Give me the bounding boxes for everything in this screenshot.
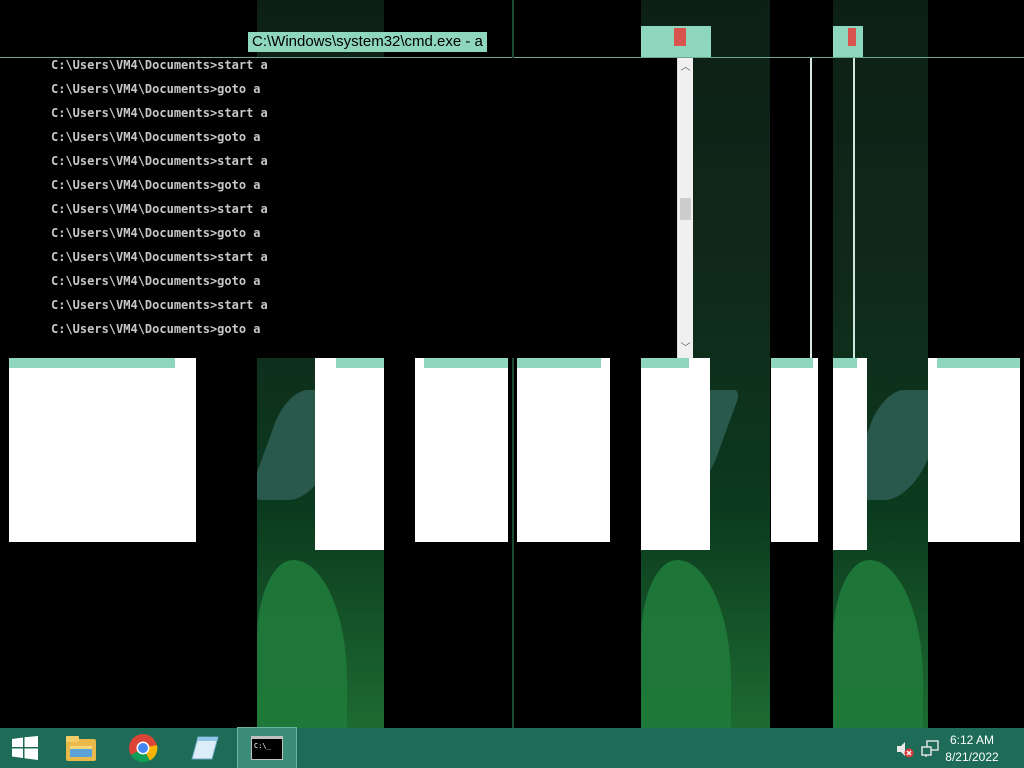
cmd-icon: C:\_ bbox=[251, 736, 283, 760]
wallpaper-green-shape bbox=[257, 560, 347, 728]
console-line: C:\Users\VM4\Documents>start a bbox=[51, 202, 268, 216]
taskbar-cmd[interactable]: C:\_ bbox=[237, 727, 297, 768]
console-line: C:\Users\VM4\Documents>goto a bbox=[51, 274, 261, 288]
ghost-window-pane bbox=[641, 358, 710, 550]
cmd-window-title[interactable]: C:\Windows\system32\cmd.exe - a bbox=[248, 32, 487, 52]
console-line: C:\Users\VM4\Documents>goto a bbox=[51, 82, 261, 96]
taskbar-notepad[interactable] bbox=[176, 728, 234, 768]
ghost-titlebar bbox=[9, 358, 175, 368]
console-line: C:\Users\VM4\Documents>goto a bbox=[51, 130, 261, 144]
ghost-window-pane bbox=[415, 358, 508, 542]
ghost-window-pane bbox=[771, 358, 818, 542]
wallpaper-green-shape bbox=[641, 560, 731, 728]
clock-date: 8/21/2022 bbox=[945, 750, 999, 764]
ghost-window-pane bbox=[928, 358, 1020, 542]
ghost-window-pane bbox=[315, 358, 384, 550]
wallpaper-green-shape bbox=[833, 560, 923, 728]
tray-clock[interactable]: 6:12 AM 8/21/2022 bbox=[932, 733, 1012, 764]
start-button[interactable] bbox=[0, 728, 50, 768]
taskbar-file-explorer[interactable] bbox=[52, 728, 110, 768]
cmd-vertical-scrollbar[interactable]: ︿ ﹀ bbox=[677, 58, 693, 358]
ghost-titlebar bbox=[641, 358, 689, 368]
clock-time: 6:12 AM bbox=[949, 733, 995, 747]
scroll-thumb[interactable] bbox=[680, 198, 691, 220]
console-line: C:\Users\VM4\Documents>goto a bbox=[51, 178, 261, 192]
scroll-up-arrow-icon[interactable]: ︿ bbox=[678, 60, 693, 75]
tray-volume[interactable] bbox=[896, 740, 914, 758]
ghost-titlebar bbox=[517, 358, 601, 368]
console-line: C:\Users\VM4\Documents>goto a bbox=[51, 322, 261, 336]
volume-muted-icon bbox=[897, 742, 914, 758]
ghost-titlebar bbox=[833, 358, 857, 368]
chrome-icon bbox=[129, 734, 158, 763]
console-line: C:\Users\VM4\Documents>goto a bbox=[51, 226, 261, 240]
ghost-close-button bbox=[848, 28, 856, 46]
ghost-titlebar bbox=[424, 358, 508, 368]
window-divider bbox=[853, 58, 855, 358]
scroll-down-arrow-icon[interactable]: ﹀ bbox=[678, 341, 693, 356]
ghost-titlebar bbox=[336, 358, 384, 368]
ghost-window-pane bbox=[517, 358, 610, 542]
console-line: C:\Users\VM4\Documents>start a bbox=[51, 298, 268, 312]
ghost-titlebar bbox=[771, 358, 813, 368]
windows-start-icon bbox=[12, 736, 38, 760]
ghost-window-pane bbox=[833, 358, 867, 550]
file-explorer-icon bbox=[66, 736, 96, 761]
ghost-window-pane bbox=[9, 358, 196, 542]
console-line: C:\Users\VM4\Documents>start a bbox=[51, 250, 268, 264]
ghost-close-button bbox=[674, 28, 686, 46]
svg-text:C:\_: C:\_ bbox=[254, 742, 272, 750]
cmd-console[interactable]: C:\Users\VM4\Documents>start a C:\Users\… bbox=[16, 58, 677, 358]
taskbar: C:\_ 6:12 AM 8/21/2022 bbox=[0, 727, 1024, 768]
cmd-window-right-edge bbox=[810, 58, 812, 358]
console-line: C:\Users\VM4\Documents>start a bbox=[51, 58, 268, 72]
notepad-icon bbox=[191, 736, 219, 760]
console-line: C:\Users\VM4\Documents>start a bbox=[51, 154, 268, 168]
ghost-titlebar bbox=[937, 358, 1020, 368]
taskbar-chrome[interactable] bbox=[114, 728, 172, 768]
console-line: C:\Users\VM4\Documents>start a bbox=[51, 106, 268, 120]
